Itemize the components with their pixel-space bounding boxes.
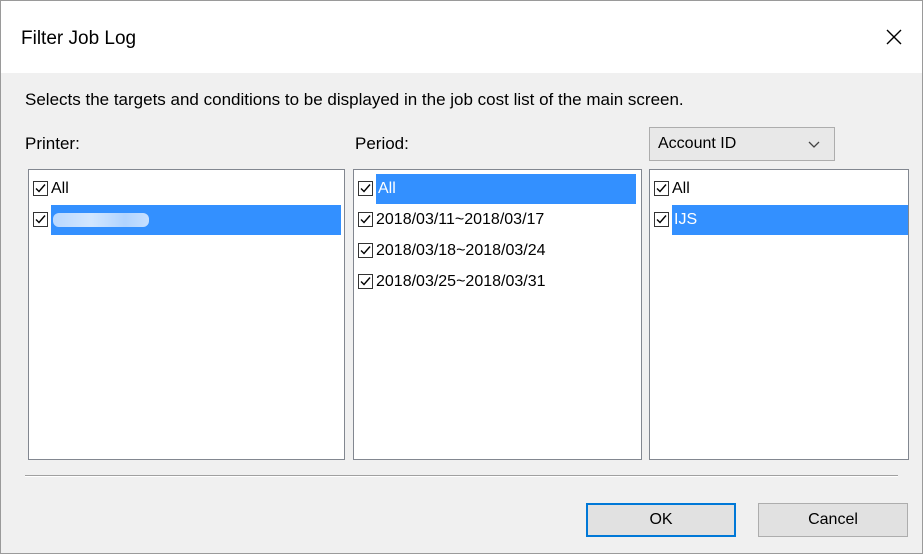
period-item-all[interactable]: All (354, 173, 641, 204)
account-item-selected[interactable]: IJS (650, 204, 908, 235)
account-dropdown-value: Account ID (658, 135, 737, 152)
account-item-highlight: IJS (672, 204, 908, 235)
checkmark-icon (360, 215, 371, 224)
account-item-label: IJS (674, 210, 698, 228)
checkbox-checked[interactable] (33, 212, 48, 227)
checkbox-checked[interactable] (358, 212, 373, 227)
period-item-label: 2018/03/25~2018/03/31 (376, 272, 546, 290)
period-label: Period: (355, 134, 409, 153)
printer-item-highlight (51, 204, 341, 235)
checkmark-icon (656, 215, 667, 224)
checkbox-checked[interactable] (358, 274, 373, 289)
checkbox-checked[interactable] (358, 243, 373, 258)
period-item-label: 2018/03/11~2018/03/17 (376, 210, 545, 228)
checkbox-checked[interactable] (654, 212, 669, 227)
checkmark-icon (360, 277, 371, 286)
ok-button[interactable]: OK (586, 503, 736, 537)
printer-list[interactable]: All (28, 169, 345, 460)
period-list[interactable]: All 2018/03/11~2018/03/17 2018/03/18~201… (353, 169, 642, 460)
account-list[interactable]: All IJS (649, 169, 909, 460)
printer-item-all[interactable]: All (29, 173, 344, 204)
account-type-dropdown[interactable]: Account ID (649, 127, 835, 161)
dialog-title: Filter Job Log (21, 28, 137, 49)
checkmark-icon (656, 184, 667, 193)
checkbox-checked[interactable] (33, 181, 48, 196)
dialog-description: Selects the targets and conditions to be… (25, 90, 684, 109)
filter-job-log-dialog: Filter Job Log Selects the targets and c… (0, 0, 923, 554)
close-button[interactable] (872, 15, 916, 59)
period-item-label: All (378, 179, 396, 197)
period-item-label: 2018/03/18~2018/03/24 (376, 241, 546, 259)
checkbox-checked[interactable] (654, 181, 669, 196)
period-item-highlight: All (376, 173, 636, 204)
close-icon (886, 29, 902, 45)
printer-item-selected[interactable] (29, 204, 344, 235)
account-item-all[interactable]: All (650, 173, 908, 204)
checkbox-checked[interactable] (358, 181, 373, 196)
checkmark-icon (360, 246, 371, 255)
cancel-button[interactable]: Cancel (758, 503, 908, 537)
period-item[interactable]: 2018/03/18~2018/03/24 (354, 235, 641, 266)
redacted-printer-name (53, 212, 149, 227)
period-item[interactable]: 2018/03/11~2018/03/17 (354, 204, 641, 235)
printer-label: Printer: (25, 134, 80, 153)
printer-item-label: All (51, 179, 69, 197)
separator (25, 475, 898, 477)
checkmark-icon (35, 215, 46, 224)
checkmark-icon (360, 184, 371, 193)
chevron-down-icon (808, 141, 820, 148)
title-bar: Filter Job Log (1, 1, 922, 73)
account-item-label: All (672, 179, 690, 197)
checkmark-icon (35, 184, 46, 193)
period-item[interactable]: 2018/03/25~2018/03/31 (354, 266, 641, 297)
